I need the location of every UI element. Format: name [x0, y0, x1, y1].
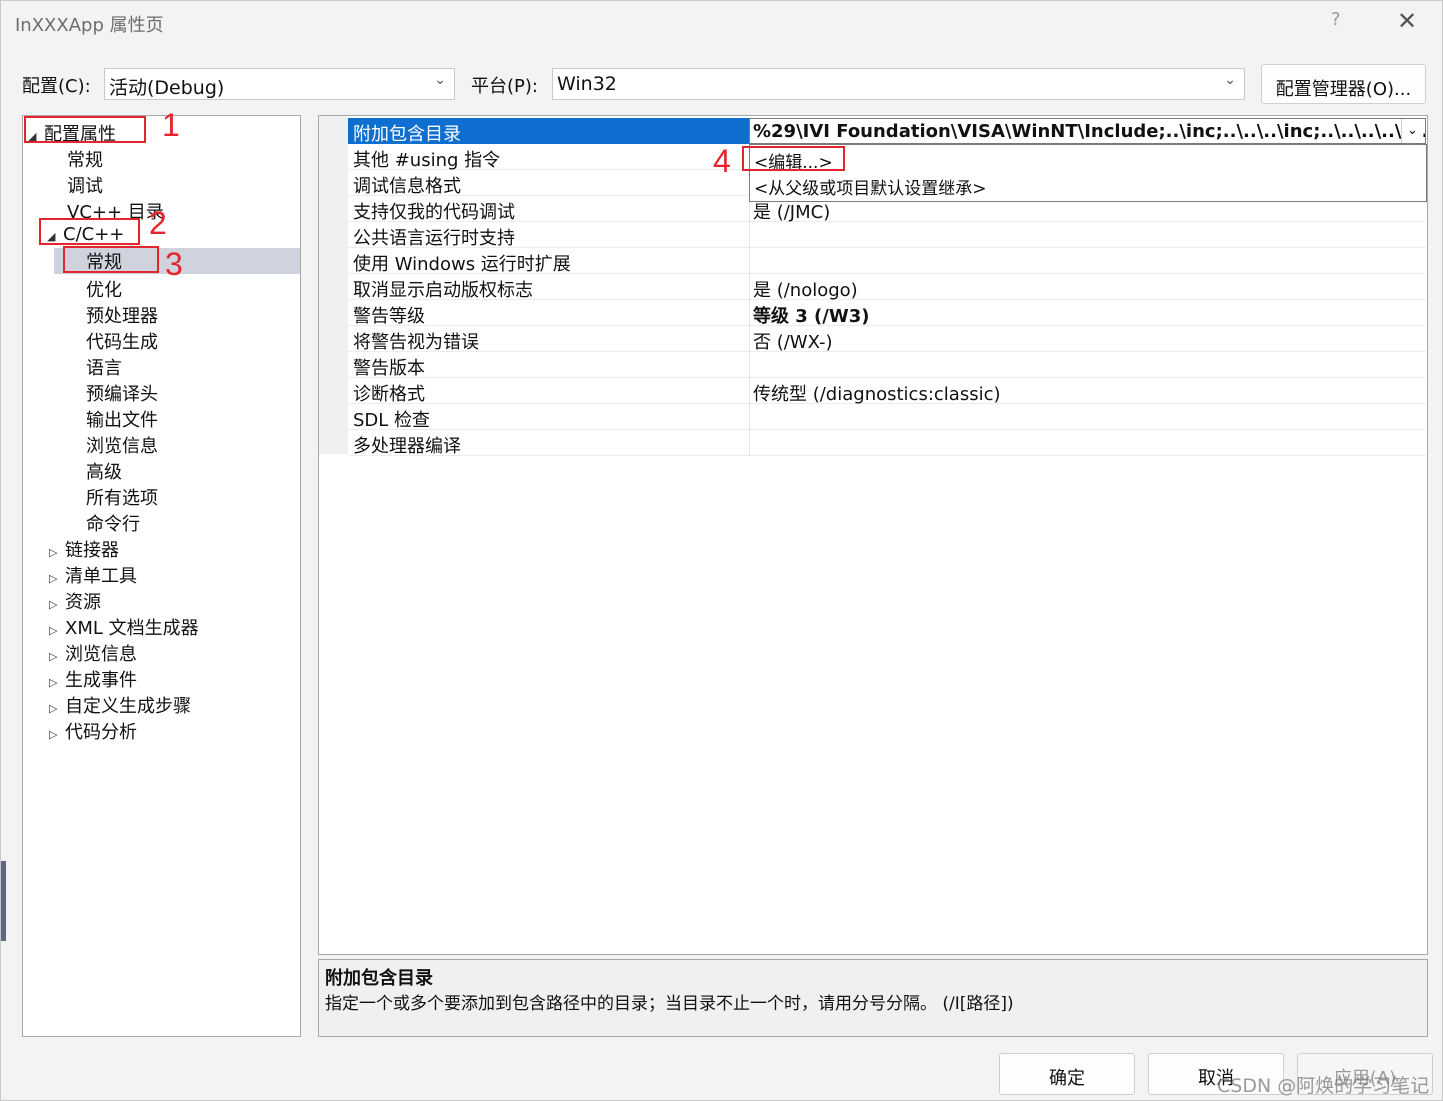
tree-node-browse-info-top[interactable]: ▷ 浏览信息	[49, 640, 137, 666]
value-dropdown-list: <编辑...> <从父级或项目默认设置继承>	[749, 144, 1427, 202]
annotation-box-2	[39, 218, 140, 245]
property-name: SDL 检查	[353, 410, 431, 431]
property-row[interactable]: 取消显示启动版权标志 是 (/nologo)	[348, 274, 1426, 301]
property-value: %29\IVI Foundation\VISA\WinNT\Include;..…	[753, 121, 1426, 142]
collapsed-arrow-icon: ▷	[49, 676, 58, 689]
property-name: 其他 #using 指令	[353, 150, 501, 171]
platform-value: Win32	[557, 73, 617, 95]
property-grid: 附加包含目录 %29\IVI Foundation\VISA\WinNT\Inc…	[318, 115, 1428, 955]
tree-node-precompiled-headers[interactable]: 预编译头	[86, 380, 158, 406]
annotation-number-4: 4	[713, 143, 731, 179]
property-pages-window: InXXXApp 属性页 ? ✕ 配置(C): 活动(Debug) ⌄ 平台(P…	[0, 0, 1443, 1101]
tree-node-debugging[interactable]: 调试	[67, 172, 103, 198]
tree-node-manifest-tool[interactable]: ▷ 清单工具	[49, 562, 137, 588]
property-name: 诊断格式	[353, 384, 425, 405]
collapsed-arrow-icon: ▷	[49, 702, 58, 715]
description-panel: 附加包含目录 指定一个或多个要添加到包含路径中的目录；当目录不止一个时，请用分号…	[318, 959, 1428, 1037]
property-name: 支持仅我的代码调试	[353, 202, 515, 223]
property-row[interactable]: 多处理器编译	[348, 430, 1426, 457]
property-row[interactable]: SDL 检查	[348, 404, 1426, 431]
property-row[interactable]: 使用 Windows 运行时扩展	[348, 248, 1426, 275]
config-combo[interactable]: 活动(Debug) ⌄	[104, 68, 455, 100]
tree-node-optimization[interactable]: 优化	[86, 276, 122, 302]
tree-node-build-events[interactable]: ▷ 生成事件	[49, 666, 137, 692]
tree-node-output-files[interactable]: 输出文件	[86, 406, 158, 432]
collapsed-arrow-icon: ▷	[49, 572, 58, 585]
column-divider	[749, 274, 750, 300]
property-name: 使用 Windows 运行时扩展	[353, 254, 571, 275]
property-row[interactable]: 诊断格式 传统型 (/diagnostics:classic)	[348, 378, 1426, 405]
property-value: 等级 3 (/W3)	[753, 306, 870, 327]
tree-node-advanced[interactable]: 高级	[86, 458, 122, 484]
tree-node-preprocessor[interactable]: 预处理器	[86, 302, 158, 328]
collapsed-arrow-icon: ▷	[49, 598, 58, 611]
config-value: 活动(Debug)	[109, 77, 225, 99]
ok-button[interactable]: 确定	[999, 1053, 1135, 1095]
tree-node-code-generation[interactable]: 代码生成	[86, 328, 158, 354]
description-text: 指定一个或多个要添加到包含路径中的目录；当目录不止一个时，请用分号分隔。 (/I…	[325, 994, 1014, 1014]
column-divider	[749, 430, 750, 456]
title-bar: InXXXApp 属性页 ? ✕	[1, 1, 1442, 45]
tree-node-resources[interactable]: ▷ 资源	[49, 588, 101, 614]
tree-node-browse-info[interactable]: 浏览信息	[86, 432, 158, 458]
tree-node-command-line[interactable]: 命令行	[86, 510, 140, 536]
help-button[interactable]: ?	[1331, 9, 1341, 30]
tree-node-code-analysis[interactable]: ▷ 代码分析	[49, 718, 137, 744]
collapsed-arrow-icon: ▷	[49, 728, 58, 741]
property-value: 是 (/nologo)	[753, 280, 858, 301]
property-name: 多处理器编译	[353, 436, 461, 457]
tree-node-custom-build-step[interactable]: ▷ 自定义生成步骤	[49, 692, 191, 718]
watermark: CSDN @阿焕的学习笔记	[1217, 1075, 1430, 1097]
config-manager-button[interactable]: 配置管理器(O)...	[1261, 64, 1426, 104]
property-value: 否 (/WX-)	[753, 332, 833, 353]
dropdown-item-inherit[interactable]: <从父级或项目默认设置继承>	[754, 174, 987, 199]
property-name: 公共语言运行时支持	[353, 228, 515, 249]
chevron-down-icon[interactable]: ⌄	[1401, 119, 1423, 143]
background-window-edge	[1, 861, 6, 941]
collapsed-arrow-icon: ▷	[49, 624, 58, 637]
config-label: 配置(C):	[22, 76, 91, 97]
property-value: 传统型 (/diagnostics:classic)	[753, 384, 1001, 405]
property-name: 警告等级	[353, 306, 425, 327]
column-divider	[749, 404, 750, 430]
property-name: 取消显示启动版权标志	[353, 280, 533, 301]
platform-combo[interactable]: Win32 ⌄	[552, 68, 1245, 100]
column-divider	[749, 378, 750, 404]
annotation-number-2: 2	[149, 205, 167, 241]
annotation-box-4	[742, 146, 845, 171]
property-row[interactable]: 公共语言运行时支持	[348, 222, 1426, 249]
tree-node-general[interactable]: 常规	[67, 146, 103, 172]
property-row[interactable]: 警告版本	[348, 352, 1426, 379]
platform-label: 平台(P):	[471, 76, 538, 97]
tree-node-all-options[interactable]: 所有选项	[86, 484, 158, 510]
close-button[interactable]: ✕	[1397, 7, 1417, 35]
property-row[interactable]: 将警告视为错误 否 (/WX-)	[348, 326, 1426, 353]
annotation-number-1: 1	[162, 107, 180, 143]
column-divider	[749, 222, 750, 248]
column-divider	[749, 300, 750, 326]
column-divider	[749, 326, 750, 352]
chevron-down-icon: ⌄	[1224, 72, 1236, 88]
tree-node-linker[interactable]: ▷ 链接器	[49, 536, 119, 562]
property-name: 附加包含目录	[353, 124, 461, 145]
collapsed-arrow-icon: ▷	[49, 650, 58, 663]
column-divider	[749, 248, 750, 274]
property-value-editor[interactable]: %29\IVI Foundation\VISA\WinNT\Include;..…	[749, 118, 1426, 144]
description-title: 附加包含目录	[325, 968, 433, 989]
tree-node-xml-doc[interactable]: ▷ XML 文档生成器	[49, 614, 199, 640]
property-name: 警告版本	[353, 358, 425, 379]
property-row-additional-include-dirs[interactable]: 附加包含目录 %29\IVI Foundation\VISA\WinNT\Inc…	[348, 118, 1426, 145]
column-divider	[749, 352, 750, 378]
tree-node-language[interactable]: 语言	[86, 354, 122, 380]
annotation-box-3	[63, 246, 159, 273]
grid-gutter	[319, 116, 348, 454]
property-row[interactable]: 警告等级 等级 3 (/W3)	[348, 300, 1426, 327]
window-title: InXXXApp 属性页	[15, 15, 164, 36]
annotation-number-3: 3	[165, 246, 183, 282]
property-name: 将警告视为错误	[353, 332, 479, 353]
chevron-down-icon: ⌄	[434, 72, 446, 88]
property-name: 调试信息格式	[353, 176, 461, 197]
collapsed-arrow-icon: ▷	[49, 546, 58, 559]
annotation-box-1	[24, 116, 146, 143]
